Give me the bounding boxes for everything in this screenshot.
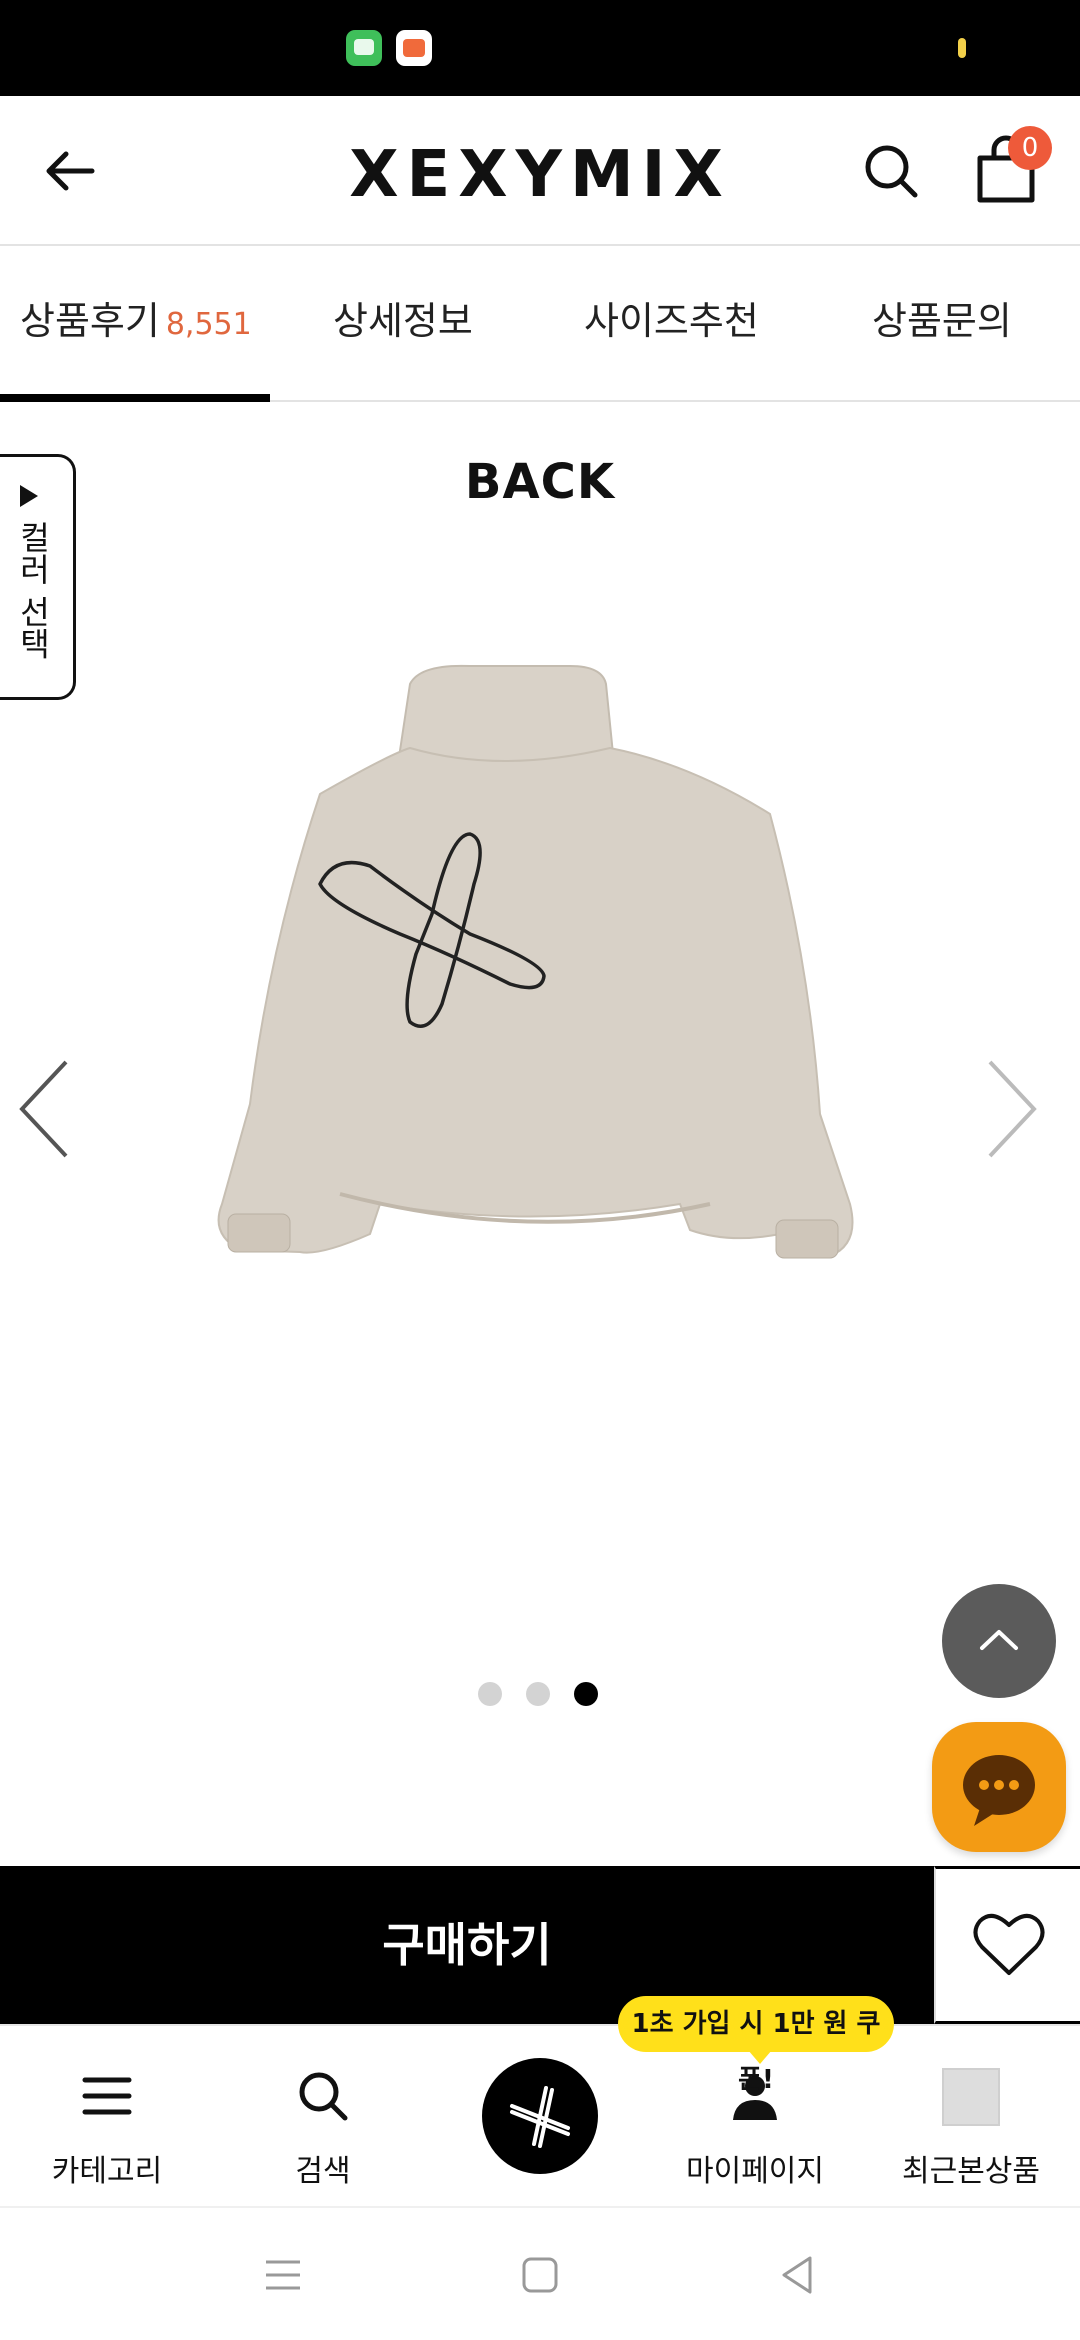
nav-recent-label: 최근본상품 (902, 2154, 1040, 2189)
brand-logo[interactable]: XEXYMIX (340, 140, 740, 210)
gallery-pagination (478, 1682, 604, 1710)
pagination-dot-active[interactable] (574, 1682, 598, 1706)
nav-recent-products[interactable]: 최근본상품 (876, 2026, 1066, 2208)
nav-category[interactable]: 카테고리 (12, 2026, 202, 2208)
active-tab-indicator (0, 394, 270, 402)
tab-detail[interactable]: 상세정보 (333, 246, 473, 402)
chevron-left-icon (19, 1060, 68, 1158)
product-image-gallery[interactable]: BACK 컬러 선택 (0, 404, 1080, 1864)
tab-product-inquiry[interactable]: 상품문의 (872, 246, 1012, 402)
view-label: BACK (464, 454, 616, 510)
chat-button[interactable] (932, 1722, 1066, 1852)
brand-x-logo-icon (510, 2086, 570, 2148)
tab-reviews-label: 상품후기 (20, 299, 160, 343)
chevron-right-icon (988, 1060, 1037, 1158)
cart-count-badge: 0 (1008, 126, 1052, 170)
search-icon (299, 2072, 348, 2121)
back-triangle-icon[interactable] (772, 2250, 822, 2300)
tab-size-recommend[interactable]: 사이즈추천 (584, 246, 759, 402)
recent-apps-icon[interactable] (258, 2250, 308, 2300)
play-triangle-icon (20, 485, 38, 507)
scroll-to-top-button[interactable] (942, 1584, 1056, 1698)
gallery-app-icon (396, 30, 432, 66)
nav-category-label: 카테고리 (51, 2154, 163, 2189)
color-select-button[interactable]: 컬러 선택 (0, 454, 76, 700)
system-navigation-bar (0, 2206, 1080, 2340)
menu-icon (82, 2077, 132, 2115)
nav-search-label: 검색 (295, 2154, 351, 2189)
jacket-back-image (217, 664, 854, 1259)
search-button[interactable] (856, 136, 926, 206)
previous-image-button[interactable] (14, 1054, 74, 1164)
cart-button[interactable]: 0 (966, 126, 1052, 210)
nav-mypage-label: 마이페이지 (686, 2154, 824, 2189)
arrow-left-icon (46, 151, 95, 191)
pagination-dot[interactable] (526, 1682, 550, 1706)
chevron-up-icon (980, 1630, 1018, 1650)
messages-app-icon (346, 30, 382, 66)
color-select-label: 컬러 선택 (14, 521, 52, 660)
review-count: 8,551 (165, 307, 252, 342)
nav-search[interactable]: 검색 (228, 2026, 418, 2208)
coupon-tooltip[interactable]: 1초 가입 시 1만 원 쿠폰! (618, 1996, 894, 2095)
heart-icon (973, 1913, 1045, 1975)
chat-bubble-icon (963, 1755, 1035, 1826)
wishlist-button[interactable] (934, 1866, 1080, 2024)
app-header: XEXYMIX 0 (0, 96, 1080, 246)
purchase-bar: 구매하기 (0, 1866, 1080, 2024)
home-icon[interactable] (515, 2250, 565, 2300)
search-icon (865, 145, 918, 198)
tab-reviews[interactable]: 상품후기 8,551 (20, 246, 252, 402)
product-tabs: 상품후기 8,551 상세정보 사이즈추천 상품문의 (0, 246, 1080, 402)
next-image-button[interactable] (982, 1054, 1042, 1164)
recent-product-icon (942, 2068, 1000, 2126)
bottom-navigation: 카테고리 검색 마이페이지 최근본상품 (0, 2024, 1080, 2206)
pagination-dot[interactable] (478, 1682, 502, 1706)
status-indicator-icon (958, 38, 966, 58)
status-bar (0, 0, 1080, 96)
home-logo-button[interactable] (482, 2058, 598, 2174)
back-button[interactable] (36, 136, 106, 206)
